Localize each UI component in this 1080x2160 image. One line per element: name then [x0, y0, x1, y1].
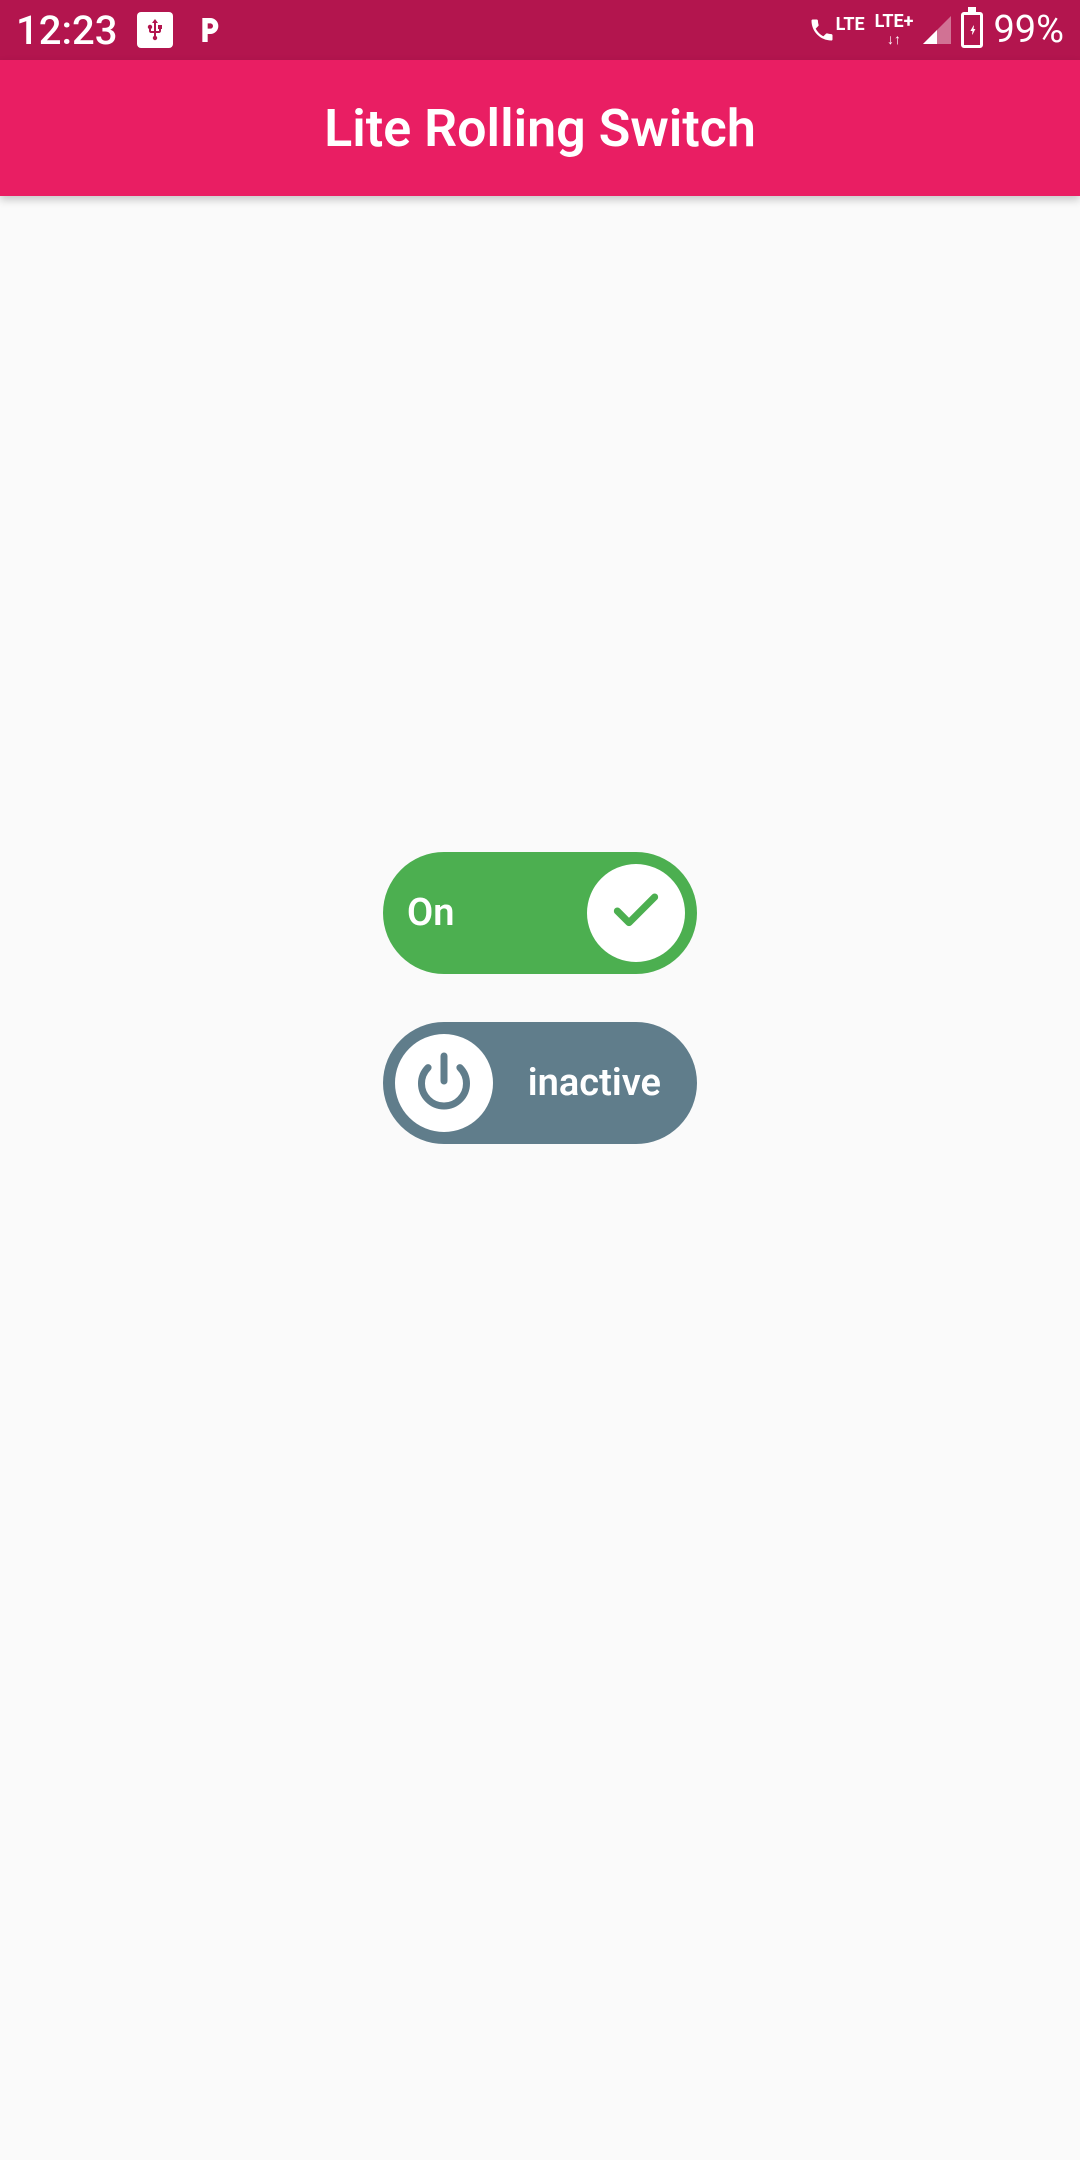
app-title: Lite Rolling Switch — [324, 98, 756, 159]
lte-label-2: LTE+ — [875, 13, 914, 31]
main-content: On inactive — [0, 196, 1080, 2160]
battery-charging-icon — [961, 12, 983, 48]
lte-arrows-icon: ↓↑ — [875, 31, 914, 48]
signal-icon — [923, 16, 951, 44]
p-icon — [193, 14, 225, 46]
switch-knob-on — [587, 864, 685, 962]
status-bar-right: LTE LTE+ ↓↑ 99% — [808, 8, 1064, 52]
rolling-switch-off[interactable]: inactive — [383, 1022, 697, 1144]
app-bar: Lite Rolling Switch — [0, 60, 1080, 196]
usb-icon — [137, 12, 173, 48]
rolling-switch-on[interactable]: On — [383, 852, 697, 974]
power-icon — [414, 1051, 474, 1115]
status-time: 12:23 — [16, 7, 117, 54]
switch-off-label: inactive — [528, 1061, 661, 1105]
status-bar-left: 12:23 — [16, 7, 225, 54]
battery-percent: 99% — [993, 8, 1064, 52]
switch-knob-off — [395, 1034, 493, 1132]
lte-label-1: LTE — [836, 16, 865, 34]
switch-on-label: On — [407, 891, 454, 935]
status-bar: 12:23 LTE LTE+ ↓↑ 99% — [0, 0, 1080, 60]
phone-lte-icon: LTE — [808, 16, 865, 44]
check-icon — [608, 883, 664, 943]
